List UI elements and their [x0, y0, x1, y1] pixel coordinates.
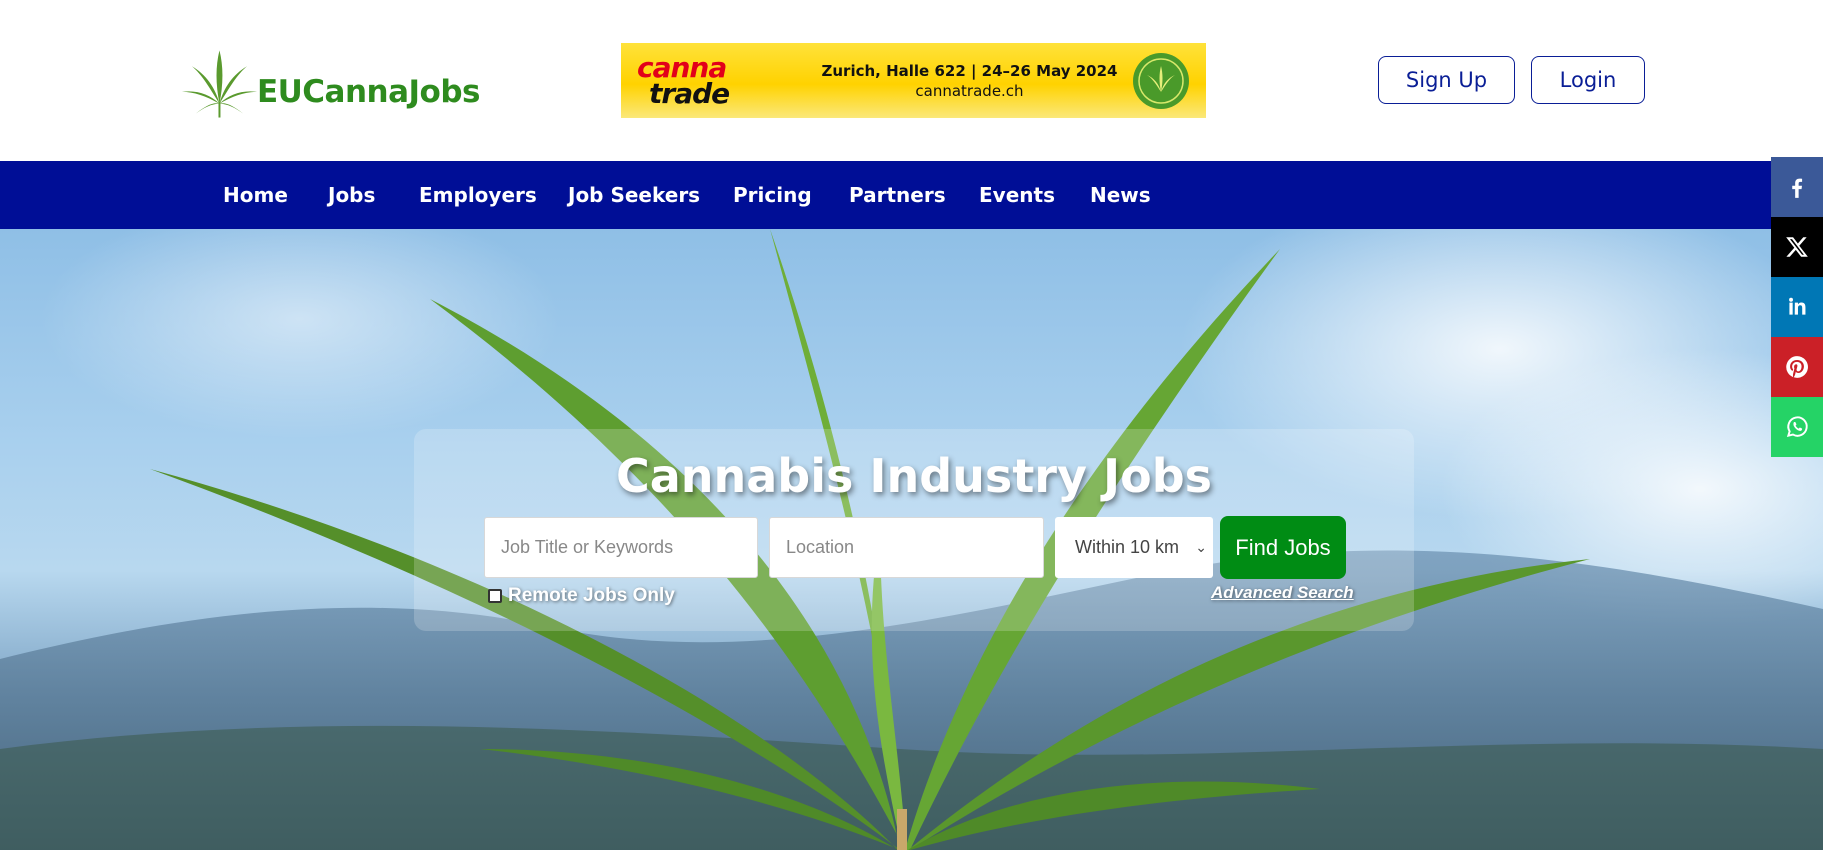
nav-item-jobs[interactable]: Jobs — [328, 161, 375, 229]
share-x-button[interactable] — [1771, 217, 1823, 277]
nav-item-home[interactable]: Home — [223, 161, 288, 229]
nav-item-partners[interactable]: Partners — [849, 161, 946, 229]
banner-seal-icon — [1133, 52, 1189, 109]
whatsapp-icon — [1786, 416, 1808, 437]
nav-item-job-seekers[interactable]: Job Seekers — [568, 161, 700, 229]
chevron-down-icon: ⌄ — [1195, 539, 1207, 555]
site-header: EUCannaJobs canna trade Zurich, Halle 62… — [0, 0, 1823, 160]
banner-event-details: Zurich, Halle 622 | 24–26 May 2024 — [821, 61, 1118, 80]
facebook-icon — [1792, 178, 1803, 198]
cannatrade-banner-ad[interactable]: canna trade Zurich, Halle 622 | 24–26 Ma… — [621, 43, 1206, 118]
pinterest-icon — [1786, 356, 1808, 378]
remote-jobs-label: Remote Jobs Only — [508, 585, 675, 606]
job-search-panel: Cannabis Industry Jobs Job Title or Keyw… — [414, 429, 1414, 631]
main-nav: Home Jobs Employers Job Seekers Pricing … — [0, 161, 1823, 229]
find-jobs-button[interactable]: Find Jobs — [1220, 516, 1346, 579]
logo-text: EUCannaJobs — [256, 74, 481, 110]
location-input[interactable]: Location — [769, 517, 1044, 578]
share-pinterest-button[interactable] — [1771, 337, 1823, 397]
nav-item-news[interactable]: News — [1090, 161, 1151, 229]
site-logo[interactable]: EUCannaJobs — [180, 44, 481, 120]
remote-jobs-option: Remote Jobs Only — [488, 585, 675, 607]
cannabis-leaf-logo-icon — [181, 50, 257, 118]
keywords-input[interactable]: Job Title or Keywords — [484, 517, 758, 578]
login-button[interactable]: Login — [1531, 56, 1645, 104]
share-whatsapp-button[interactable] — [1771, 397, 1823, 457]
sign-up-button[interactable]: Sign Up — [1378, 56, 1515, 104]
share-facebook-button[interactable] — [1771, 157, 1823, 217]
nav-item-events[interactable]: Events — [979, 161, 1055, 229]
radius-select[interactable]: Within 10 km ⌄ — [1055, 517, 1213, 578]
nav-item-pricing[interactable]: Pricing — [733, 161, 812, 229]
hero-section: Cannabis Industry Jobs Job Title or Keyw… — [0, 229, 1823, 850]
nav-item-employers[interactable]: Employers — [419, 161, 537, 229]
radius-select-value: Within 10 km — [1075, 537, 1180, 557]
advanced-search-link[interactable]: Advanced Search — [1211, 583, 1354, 603]
x-icon — [1786, 237, 1808, 257]
remote-jobs-checkbox[interactable] — [488, 589, 502, 603]
banner-info: Zurich, Halle 622 | 24–26 May 2024 canna… — [807, 62, 1132, 100]
share-linkedin-button[interactable] — [1771, 277, 1823, 337]
hero-title: Cannabis Industry Jobs — [615, 449, 1213, 503]
banner-website: cannatrade.ch — [915, 81, 1024, 100]
linkedin-icon — [1789, 297, 1806, 315]
banner-brand-line2: trade — [649, 76, 730, 110]
banner-brand: canna trade — [637, 53, 787, 110]
